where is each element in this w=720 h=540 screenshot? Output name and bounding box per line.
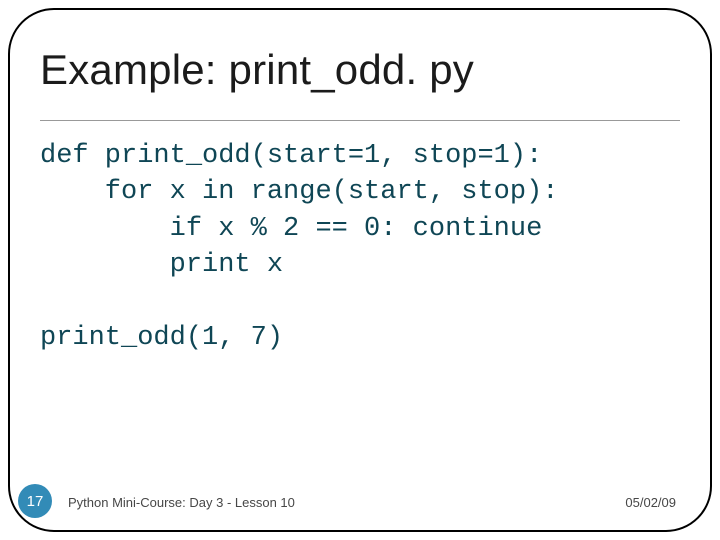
footer: 17 Python Mini-Course: Day 3 - Lesson 10… — [0, 488, 720, 524]
slide: Example: print_odd. py def print_odd(sta… — [0, 0, 720, 540]
footer-course: Python Mini-Course: Day 3 - Lesson 10 — [68, 495, 295, 510]
page-number-badge: 17 — [18, 484, 52, 518]
code-line-4: print x — [40, 250, 283, 280]
slide-title: Example: print_odd. py — [40, 46, 680, 94]
code-block: def print_odd(start=1, stop=1): for x in… — [40, 138, 680, 357]
code-line-1: def print_odd(start=1, stop=1): — [40, 141, 542, 171]
code-line-3: if x % 2 == 0: continue — [40, 214, 542, 244]
code-line-6: print_odd(1, 7) — [40, 323, 283, 353]
code-line-2: for x in range(start, stop): — [40, 177, 558, 207]
title-underline — [40, 120, 680, 121]
footer-date: 05/02/09 — [625, 495, 676, 510]
